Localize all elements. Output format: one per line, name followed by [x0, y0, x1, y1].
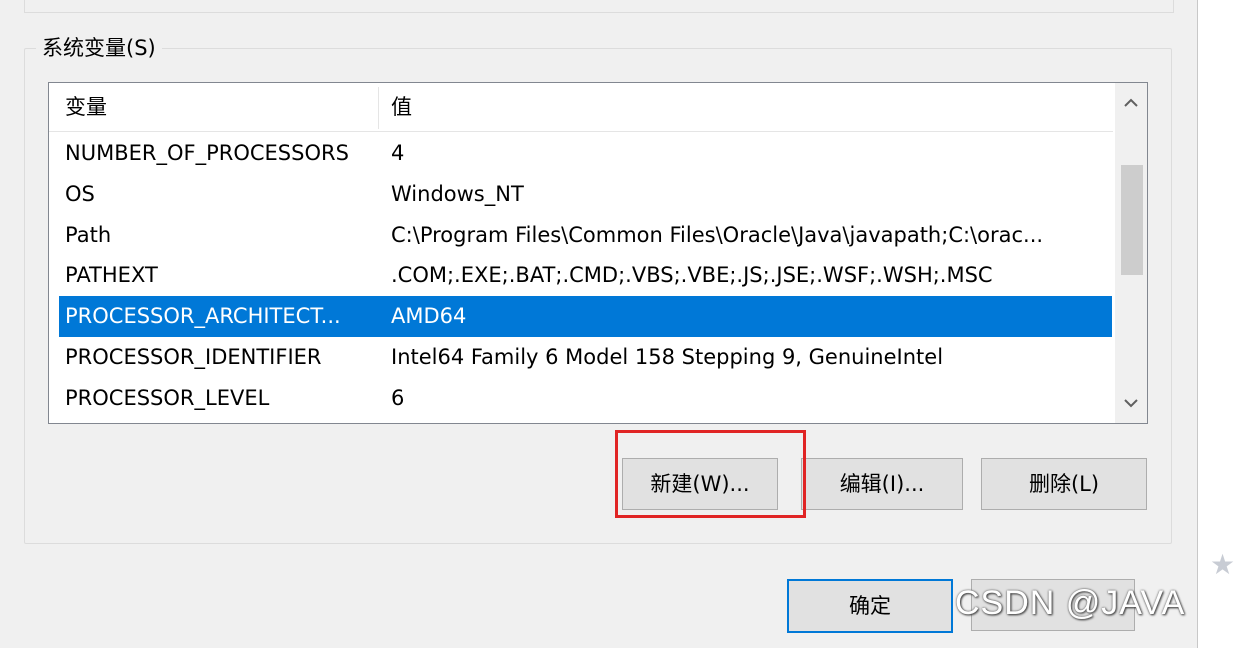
list-header: 变量 值: [49, 83, 1113, 132]
row-value: C:\Program Files\Common Files\Oracle\Jav…: [391, 222, 1044, 247]
scrollbar-thumb[interactable]: [1121, 165, 1143, 275]
row-variable: PATHEXT: [65, 263, 158, 288]
table-row[interactable]: Path C:\Program Files\Common Files\Oracl…: [49, 215, 1113, 256]
row-variable: PROCESSOR_IDENTIFIER: [65, 344, 322, 369]
user-variables-panel-edge: [24, 0, 1174, 13]
column-separator[interactable]: [378, 87, 379, 129]
vertical-scrollbar[interactable]: [1115, 83, 1147, 423]
table-row-selected[interactable]: PROCESSOR_ARCHITECT... AMD64: [59, 296, 1112, 337]
column-header-variable[interactable]: 变量: [65, 83, 107, 131]
row-value: .COM;.EXE;.BAT;.CMD;.VBS;.VBE;.JS;.JSE;.…: [391, 263, 993, 288]
system-variables-title: 系统变量(S): [36, 32, 162, 62]
table-row[interactable]: PATHEXT .COM;.EXE;.BAT;.CMD;.VBS;.VBE;.J…: [49, 255, 1113, 296]
row-variable: Path: [65, 222, 112, 247]
system-variables-list[interactable]: 变量 值 NUMBER_OF_PROCESSORS 4 OS Windows_N…: [48, 82, 1148, 424]
table-row[interactable]: PROCESSOR_IDENTIFIER Intel64 Family 6 Mo…: [49, 337, 1113, 378]
row-value: 6: [391, 385, 405, 410]
environment-variables-dialog: 系统变量(S) 变量 值 NUMBER_OF_PROCESSORS 4 OS W…: [0, 0, 1198, 648]
row-variable: PROCESSOR_ARCHITECT...: [65, 304, 341, 329]
delete-button[interactable]: 删除(L): [981, 458, 1147, 510]
row-value: Windows_NT: [391, 181, 524, 206]
table-row[interactable]: NUMBER_OF_PROCESSORS 4: [49, 133, 1113, 174]
chevron-down-icon: [1124, 399, 1138, 408]
ok-button[interactable]: 确定: [787, 579, 953, 633]
scroll-up-button[interactable]: [1115, 83, 1147, 123]
star-icon: ★: [1210, 548, 1236, 581]
column-header-value[interactable]: 值: [391, 83, 412, 131]
watermark: CSDN @JAVA: [955, 584, 1186, 622]
list-rows: NUMBER_OF_PROCESSORS 4 OS Windows_NT Pat…: [49, 133, 1113, 419]
row-variable: NUMBER_OF_PROCESSORS: [65, 141, 349, 165]
scroll-down-button[interactable]: [1115, 383, 1147, 423]
row-variable: OS: [65, 181, 95, 206]
table-row[interactable]: OS Windows_NT: [49, 174, 1113, 215]
table-row[interactable]: PROCESSOR_LEVEL 6: [49, 378, 1113, 419]
row-variable: PROCESSOR_LEVEL: [65, 385, 270, 410]
edit-button[interactable]: 编辑(I)...: [801, 458, 963, 510]
row-value: Intel64 Family 6 Model 158 Stepping 9, G…: [391, 344, 944, 369]
new-button[interactable]: 新建(W)...: [622, 458, 778, 510]
row-value: AMD64: [391, 304, 467, 329]
chevron-up-icon: [1124, 98, 1138, 107]
row-value: 4: [391, 141, 405, 165]
